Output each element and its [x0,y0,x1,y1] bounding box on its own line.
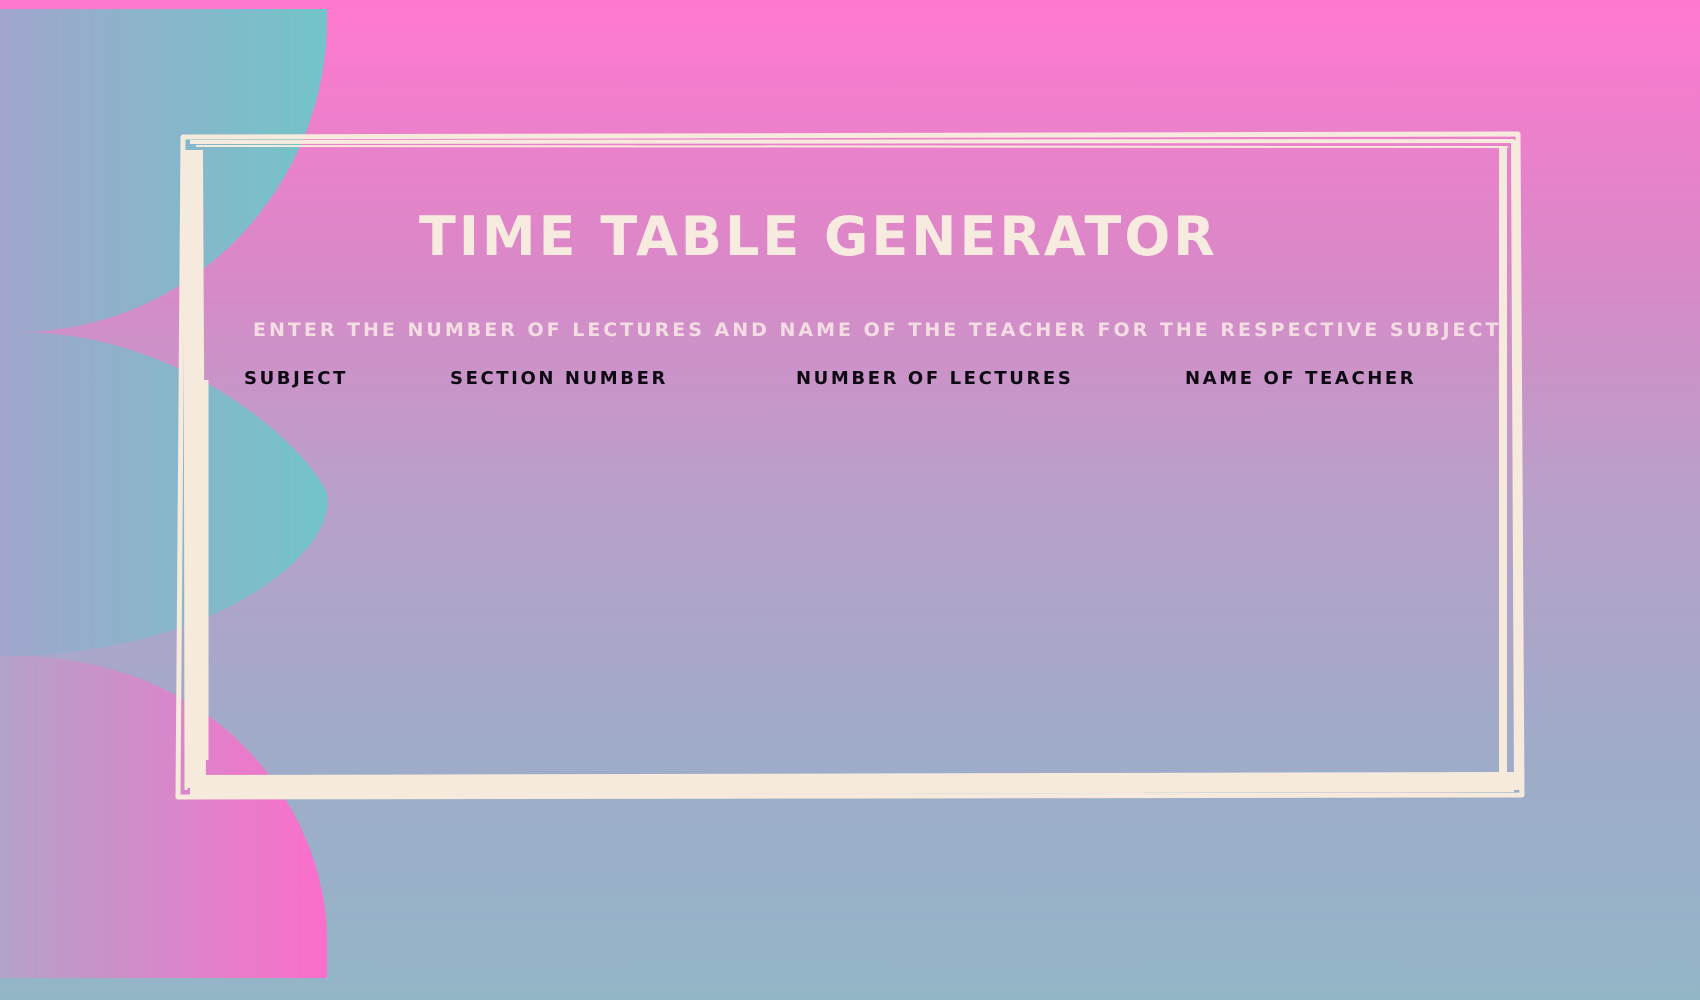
column-header-number-of-lectures: NUMBER OF LECTURES [796,368,1074,389]
page-title: TIME TABLE GENERATOR [419,205,1218,268]
column-header-subject: SUBJECT [244,368,348,389]
column-header-section-number: SECTION NUMBER [450,368,668,389]
timetable-panel: TIME TABLE GENERATOR ENTER THE NUMBER OF… [186,150,1498,765]
column-header-name-of-teacher: NAME OF TEACHER [1185,368,1417,389]
instruction-text: ENTER THE NUMBER OF LECTURES AND NAME OF… [253,319,1502,341]
